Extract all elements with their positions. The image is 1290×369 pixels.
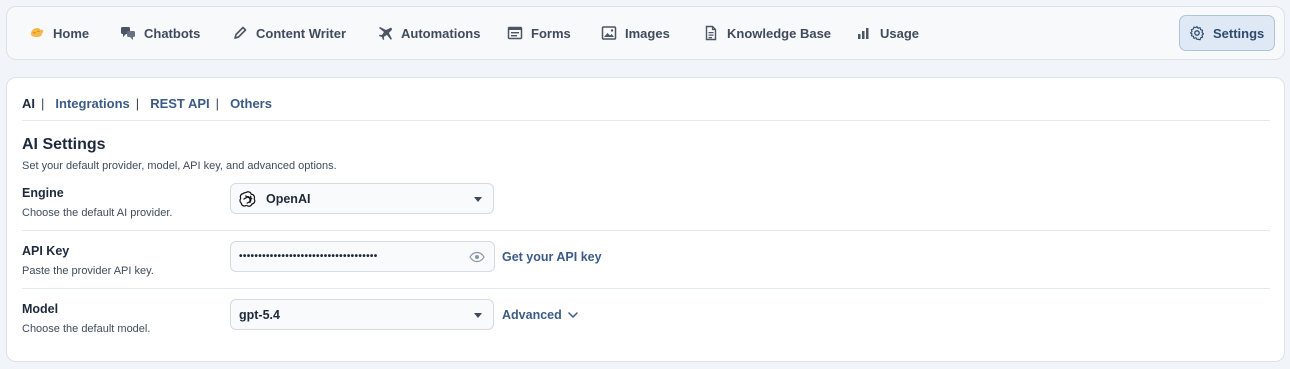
subtab-integrations[interactable]: Integrations: [55, 96, 129, 111]
api-key-help: Paste the provider API key.: [22, 265, 154, 277]
advanced-toggle[interactable]: Advanced: [502, 308, 578, 322]
nav-label: Content Writer: [256, 25, 347, 41]
nav-label: Settings: [1213, 25, 1265, 41]
openai-logo-icon: [239, 190, 257, 208]
plane-icon: [376, 24, 394, 42]
engine-value: OpenAI: [266, 191, 311, 206]
nav-label: Forms: [531, 25, 571, 41]
settings-subtabs: AI | Integrations | REST API | Others: [22, 94, 272, 112]
nav-item-forms[interactable]: Forms: [498, 15, 579, 51]
subtab-separator: |: [215, 95, 220, 111]
model-label: Model: [22, 302, 59, 316]
get-api-key-link[interactable]: Get your API key: [502, 250, 602, 264]
divider: [22, 120, 1270, 121]
nav-item-content-writer[interactable]: Content Writer: [223, 15, 354, 51]
nav-item-images[interactable]: Images: [592, 15, 678, 51]
divider: [22, 288, 1270, 289]
model-select[interactable]: gpt-5.4: [230, 299, 494, 330]
engine-label: Engine: [22, 186, 64, 200]
model-help: Choose the default model.: [22, 323, 151, 335]
nav-item-knowledge-base[interactable]: Knowledge Base: [694, 15, 839, 51]
chevron-down-icon: [474, 197, 482, 202]
subtab-rest-api[interactable]: REST API: [150, 96, 209, 111]
chevron-down-icon: [568, 312, 578, 318]
model-value: gpt-5.4: [239, 307, 280, 322]
nav-item-home[interactable]: Home: [20, 15, 97, 51]
gear-icon: [1188, 24, 1206, 42]
nav-label: Images: [625, 25, 670, 41]
api-key-masked-value: ••••••••••••••••••••••••••••••••••••: [239, 251, 378, 262]
nav-item-settings[interactable]: Settings: [1179, 15, 1275, 51]
advanced-label: Advanced: [502, 308, 562, 322]
subtab-separator: |: [41, 95, 45, 111]
api-key-label: API Key: [22, 244, 70, 258]
nav-label: Usage: [880, 25, 920, 41]
bar-chart-icon: [855, 24, 873, 42]
document-icon: [702, 24, 720, 42]
eye-icon[interactable]: [469, 251, 485, 263]
subtab-others[interactable]: Others: [230, 96, 272, 111]
nav-item-chatbots[interactable]: Chatbots: [111, 15, 208, 51]
chevron-down-icon: [474, 313, 482, 318]
form-icon: [506, 24, 524, 42]
subtab-ai[interactable]: AI: [22, 96, 35, 111]
nav-item-automations[interactable]: Automations: [368, 15, 488, 51]
api-key-input[interactable]: ••••••••••••••••••••••••••••••••••••: [230, 241, 495, 272]
nav-label: Automations: [401, 25, 481, 41]
home-icon: [28, 24, 46, 42]
nav-label: Home: [53, 25, 90, 41]
subtab-separator: |: [135, 95, 140, 111]
nav-label: Knowledge Base: [727, 25, 832, 41]
pencil-icon: [231, 24, 249, 42]
section-description: Set your default provider, model, API ke…: [22, 160, 337, 172]
engine-help: Choose the default AI provider.: [22, 207, 173, 219]
nav-item-usage[interactable]: Usage: [847, 15, 927, 51]
image-icon: [600, 24, 618, 42]
top-navigation: Home Chatbots Content Writer Automations…: [6, 6, 1285, 60]
nav-label: Chatbots: [144, 25, 201, 41]
settings-panel: AI | Integrations | REST API | Others AI…: [6, 77, 1285, 362]
engine-select[interactable]: OpenAI: [230, 183, 494, 214]
divider: [22, 230, 1270, 231]
section-title: AI Settings: [22, 136, 106, 153]
chat-bubbles-icon: [119, 24, 137, 42]
